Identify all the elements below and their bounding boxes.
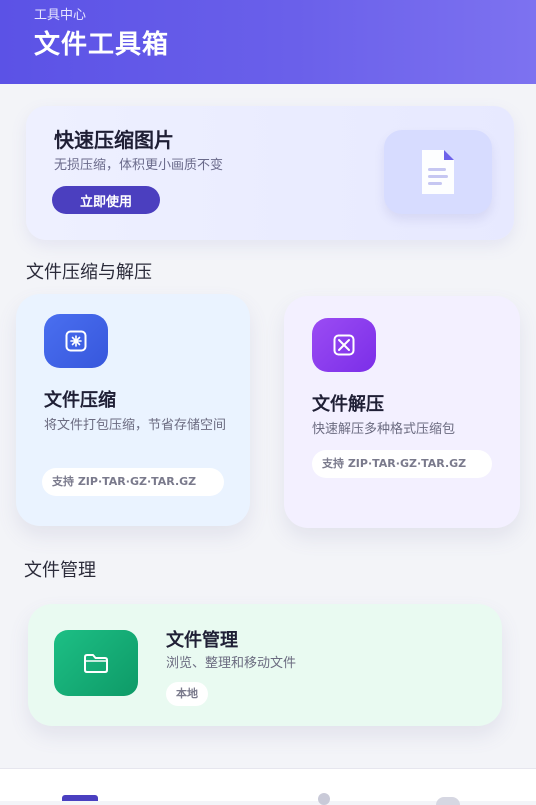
page-title: 文件工具箱: [34, 30, 170, 60]
compress-icon: [44, 314, 108, 368]
nav-profile-icon[interactable]: [436, 797, 460, 805]
document-icon: [422, 150, 454, 194]
decompress-card[interactable]: 文件解压 快速解压多种格式压缩包 支持 ZIP·TAR·GZ·TAR.GZ: [284, 296, 520, 528]
compress-desc: 将文件打包压缩，节省存储空间: [44, 418, 227, 433]
file-manager-card[interactable]: 文件管理 浏览、整理和移动文件 本地: [28, 604, 502, 726]
promo-illustration: [384, 130, 492, 214]
decompress-desc: 快速解压多种格式压缩包: [312, 422, 456, 437]
bottom-navigation: [0, 768, 536, 805]
promo-title: 快速压缩图片: [54, 128, 174, 152]
section-title-manage: 文件管理: [24, 560, 96, 581]
file-manager-desc: 浏览、整理和移动文件: [166, 656, 297, 671]
folder-icon: [54, 630, 138, 696]
decompress-icon: [312, 318, 376, 372]
app-header: 工具中心 文件工具箱: [0, 0, 536, 84]
compress-card[interactable]: 文件压缩 将文件打包压缩，节省存储空间 支持 ZIP·TAR·GZ·TAR.GZ: [16, 294, 250, 526]
nav-item-icon[interactable]: [318, 793, 330, 805]
storage-badge: 本地: [166, 682, 208, 706]
header-subtitle: 工具中心: [34, 8, 87, 23]
promo-card[interactable]: 快速压缩图片 无损压缩，体积更小画质不变 立即使用: [26, 106, 514, 240]
decompress-title: 文件解压: [312, 394, 384, 415]
section-title-compress: 文件压缩与解压: [26, 262, 152, 283]
nav-home-icon[interactable]: [62, 795, 98, 801]
promo-subtitle: 无损压缩，体积更小画质不变: [54, 158, 224, 173]
compress-title: 文件压缩: [44, 390, 116, 411]
decompress-format-badge: 支持 ZIP·TAR·GZ·TAR.GZ: [312, 450, 492, 478]
file-manager-title: 文件管理: [166, 630, 238, 651]
use-now-button[interactable]: 立即使用: [52, 186, 160, 214]
compress-format-badge: 支持 ZIP·TAR·GZ·TAR.GZ: [42, 468, 224, 496]
